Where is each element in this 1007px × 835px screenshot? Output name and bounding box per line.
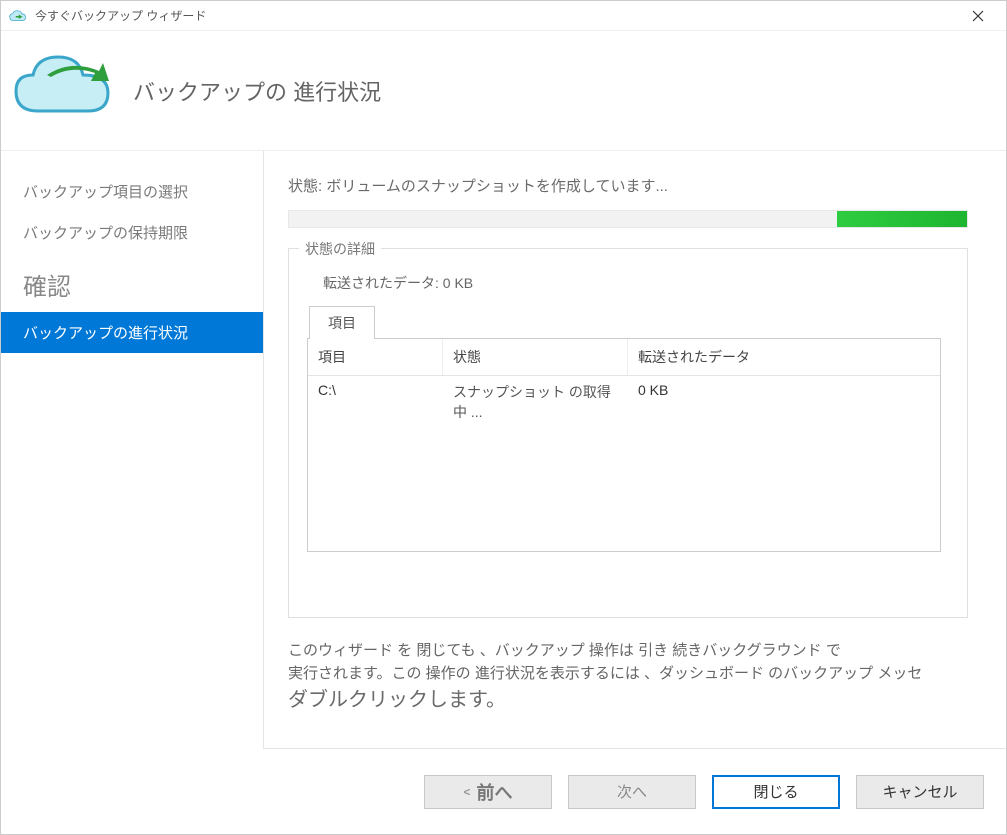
content-area: 状態: ボリュームのスナップショットを作成しています... 状態の詳細 転送され… [264,151,1006,749]
cell-item: C:\ [308,376,443,428]
transferred-data: 転送されたデータ: 0 KB [323,273,949,293]
window-title: 今すぐバックアップ ウィザード [35,7,958,24]
progress-fill [837,211,967,227]
transferred-value: 0 KB [443,275,473,291]
progress-bar [288,210,968,228]
col-item[interactable]: 項目 [308,339,443,375]
chevron-left-icon: < [463,785,470,799]
footer-note: このウィザード を 閉じても 、バックアップ 操作は 引き 続きバックグラウンド… [288,640,988,715]
note-line-3: ダブルクリックします。 [288,685,988,715]
sidebar-item-confirm[interactable]: 確認 [1,253,263,312]
sidebar-item-select[interactable]: バックアップ項目の選択 [1,171,263,212]
close-icon[interactable] [958,2,998,30]
wizard-steps-sidebar: バックアップ項目の選択 バックアップの保持期限 確認 バックアップの進行状況 [1,151,264,749]
status-label: 状態: [288,178,322,195]
note-line-2: 実行されます。この 操作の 進行状況を表示するには 、ダッシュボード のバックア… [288,663,988,686]
cloud-backup-icon [9,7,27,25]
page-title: バックアップの 進行状況 [133,75,381,107]
titlebar: 今すぐバックアップ ウィザード [1,1,1006,31]
tab-items[interactable]: 項目 [309,306,375,339]
status-details-legend: 状態の詳細 [299,239,381,259]
back-label: 前へ [477,779,513,805]
back-button[interactable]: < 前へ [424,775,552,809]
cancel-label: キャンセル [882,781,957,802]
status-details-group: 状態の詳細 転送されたデータ: 0 KB 項目 項目 状態 転送されたデータ C… [288,248,968,618]
cloud-arrow-icon [13,51,113,131]
table-header: 項目 状態 転送されたデータ [308,339,940,376]
next-label: 次へ [617,781,647,802]
wizard-buttons: < 前へ 次へ 閉じる キャンセル [264,748,1006,834]
sidebar-item-retention[interactable]: バックアップの保持期限 [1,212,263,253]
table-row[interactable]: C:\ スナップショット の取得中 ... 0 KB [308,376,940,428]
cell-state: スナップショット の取得中 ... [443,376,628,428]
sidebar-item-progress[interactable]: バックアップの進行状況 [1,312,263,353]
cancel-button[interactable]: キャンセル [856,775,984,809]
col-data[interactable]: 転送されたデータ [628,339,940,375]
cell-data: 0 KB [628,376,940,428]
note-line-1: このウィザード を 閉じても 、バックアップ 操作は 引き 続きバックグラウンド… [288,640,988,663]
close-label: 閉じる [753,781,798,802]
next-button[interactable]: 次へ [568,775,696,809]
items-table: 項目 状態 転送されたデータ C:\ スナップショット の取得中 ... 0 K… [307,338,941,552]
banner: バックアップの 進行状況 [1,31,1006,151]
close-button[interactable]: 閉じる [712,775,840,809]
status-line: 状態: ボリュームのスナップショットを作成しています... [288,175,990,196]
col-state[interactable]: 状態 [443,339,628,375]
transferred-label: 転送されたデータ: [323,275,439,291]
status-value: ボリュームのスナップショットを作成しています... [326,178,668,195]
